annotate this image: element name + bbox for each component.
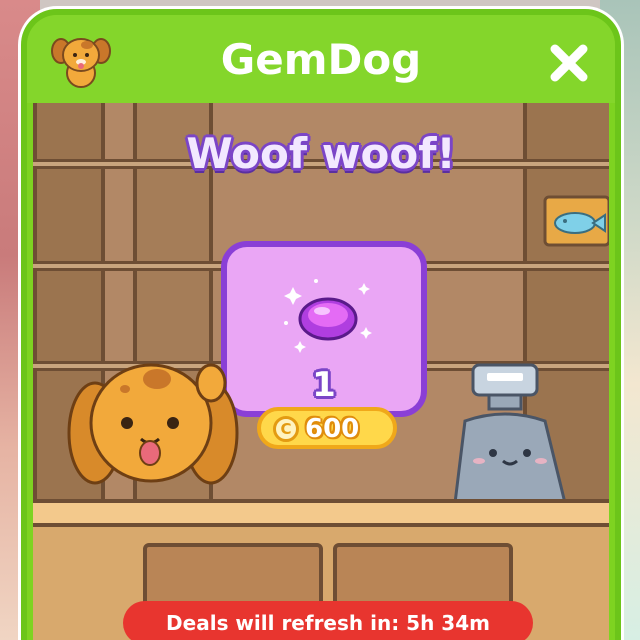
greeting-text: Woof woof!	[186, 129, 456, 178]
shopkeeper-dog	[67, 363, 239, 485]
shop-scene: Woof woof! 1 C 600	[33, 103, 609, 640]
close-icon[interactable]	[545, 39, 593, 87]
refresh-timer-banner: Deals will refresh in: 5h 34m	[123, 601, 533, 640]
item-quantity: 1	[312, 365, 336, 405]
coin-icon: C	[273, 416, 299, 442]
cash-register	[453, 363, 567, 503]
gem-deal-card[interactable]: 1	[221, 241, 427, 417]
dialog-title: GemDog	[220, 35, 422, 84]
dialog-header: GemDog	[27, 15, 615, 103]
purple-gem-icon	[284, 279, 372, 353]
shop-dialog: GemDog Woof woof! 1 C 600 Deals will ref…	[21, 9, 621, 640]
price-value: 600	[305, 414, 360, 444]
counter-top	[33, 503, 609, 527]
fish-crate-icon	[543, 195, 609, 247]
buy-price-button[interactable]: C 600	[257, 407, 397, 449]
